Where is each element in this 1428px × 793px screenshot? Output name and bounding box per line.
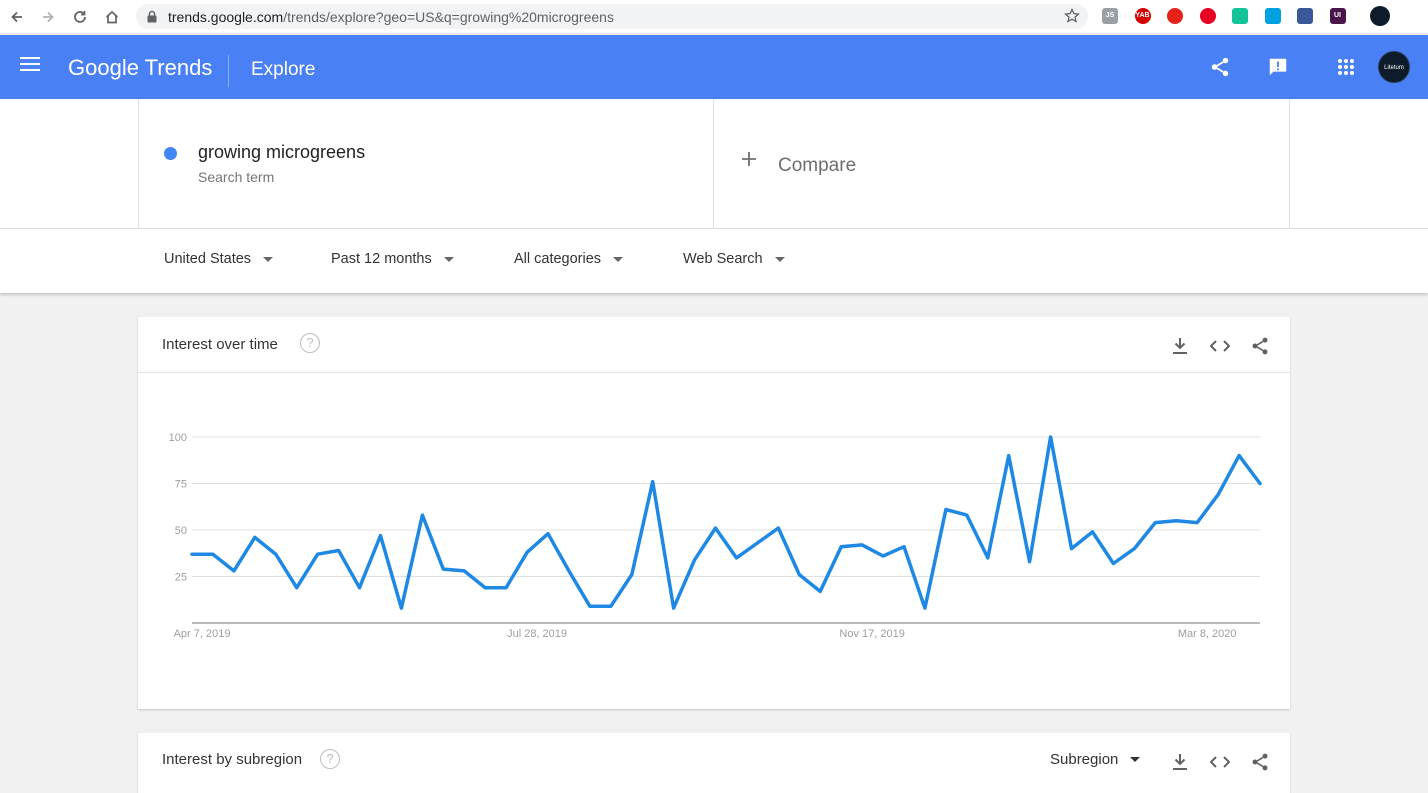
y-tick-label: 25 bbox=[175, 572, 187, 584]
widget-title: Interest over time bbox=[162, 336, 278, 353]
x-tick-label: Nov 17, 2019 bbox=[839, 628, 904, 640]
extension-grammarly-icon[interactable] bbox=[1232, 8, 1248, 24]
url-text: trends.google.com/trends/explore?geo=US&… bbox=[168, 9, 614, 25]
extension-wave-icon[interactable] bbox=[1264, 8, 1281, 24]
filter-search-type-label: Web Search bbox=[683, 251, 763, 267]
y-tick-label: 100 bbox=[169, 432, 187, 444]
help-icon[interactable]: ? bbox=[320, 749, 340, 769]
compare-card[interactable]: Compare bbox=[714, 99, 1290, 228]
address-bar[interactable]: trends.google.com/trends/explore?geo=US&… bbox=[136, 4, 1088, 29]
extension-adblock-icon[interactable] bbox=[1167, 8, 1183, 24]
subregion-select[interactable]: Subregion bbox=[1050, 751, 1141, 768]
search-term-card[interactable]: growing microgreens Search term bbox=[138, 99, 714, 228]
extension-yab-icon[interactable]: YAB bbox=[1134, 8, 1151, 24]
search-term-subtitle: Search term bbox=[198, 169, 275, 185]
app-header: Google Trends Explore Litetum bbox=[0, 35, 1428, 99]
extension-buffer-icon[interactable] bbox=[1297, 8, 1313, 24]
extension-pinterest-icon[interactable] bbox=[1199, 8, 1216, 24]
y-tick-label: 75 bbox=[175, 479, 187, 491]
browser-profile-avatar[interactable] bbox=[1370, 6, 1390, 26]
apps-grid-icon[interactable] bbox=[1334, 55, 1358, 79]
search-term-name[interactable]: growing microgreens bbox=[198, 142, 365, 163]
share-icon[interactable] bbox=[1249, 335, 1271, 357]
y-tick-label: 50 bbox=[175, 525, 187, 537]
filter-time-label: Past 12 months bbox=[331, 251, 432, 267]
embed-code-icon[interactable] bbox=[1209, 751, 1231, 773]
share-icon[interactable] bbox=[1249, 751, 1271, 773]
browser-toolbar: trends.google.com/trends/explore?geo=US&… bbox=[0, 0, 1428, 34]
forward-icon[interactable] bbox=[37, 6, 59, 28]
page-title: Explore bbox=[251, 59, 316, 80]
filter-category-label: All categories bbox=[514, 251, 602, 267]
download-icon[interactable] bbox=[1169, 335, 1191, 357]
filter-category[interactable]: All categories bbox=[514, 251, 624, 267]
share-icon[interactable] bbox=[1208, 55, 1232, 79]
lock-icon[interactable] bbox=[146, 10, 158, 28]
star-icon[interactable] bbox=[1064, 7, 1080, 29]
dropdown-caret-icon bbox=[774, 256, 785, 262]
download-icon[interactable] bbox=[1169, 751, 1191, 773]
dropdown-caret-icon bbox=[613, 256, 624, 262]
plus-icon[interactable] bbox=[741, 151, 757, 172]
back-icon[interactable] bbox=[6, 6, 28, 28]
subregion-select-label: Subregion bbox=[1050, 751, 1119, 768]
interest-line-chart: 100 75 50 25 Apr 7, 2019 Jul 28, 2019 Nov 17, … bbox=[169, 432, 1262, 640]
term-color-dot bbox=[164, 147, 177, 160]
filter-region[interactable]: United States bbox=[164, 251, 274, 267]
widget-title: Interest by subregion bbox=[162, 751, 303, 768]
filters-bar: United States Past 12 months All categor… bbox=[0, 228, 1428, 293]
home-icon[interactable] bbox=[101, 6, 123, 28]
google-trends-logo[interactable]: Google Trends bbox=[68, 55, 212, 81]
x-tick-label: Apr 7, 2019 bbox=[174, 628, 231, 640]
search-terms-bar: growing microgreens Search term Compare bbox=[0, 99, 1428, 228]
dropdown-caret-icon bbox=[443, 256, 454, 262]
extension-js-icon[interactable]: JS bbox=[1102, 8, 1118, 24]
help-icon[interactable]: ? bbox=[300, 333, 320, 353]
account-avatar[interactable]: Litetum bbox=[1378, 51, 1410, 83]
menu-icon[interactable] bbox=[20, 57, 40, 75]
extension-ui-icon[interactable]: UI bbox=[1329, 8, 1346, 24]
feedback-icon[interactable] bbox=[1266, 55, 1290, 79]
interest-over-time-widget: Interest over time ? 100 75 50 25 Apr 7, 201… bbox=[138, 317, 1290, 709]
series-line bbox=[190, 435, 1262, 610]
filter-time-range[interactable]: Past 12 months bbox=[331, 251, 454, 267]
filter-search-type[interactable]: Web Search bbox=[683, 251, 785, 267]
compare-label[interactable]: Compare bbox=[778, 155, 856, 177]
dropdown-caret-icon bbox=[263, 256, 274, 262]
embed-code-icon[interactable] bbox=[1209, 335, 1231, 357]
dropdown-caret-icon bbox=[1130, 757, 1141, 762]
header-divider bbox=[228, 55, 229, 87]
x-tick-label: Mar 8, 2020 bbox=[1178, 628, 1237, 640]
filter-region-label: United States bbox=[164, 251, 252, 267]
interest-by-subregion-widget: Interest by subregion ? Subregion bbox=[138, 733, 1290, 793]
reload-icon[interactable] bbox=[69, 6, 91, 28]
x-tick-label: Jul 28, 2019 bbox=[507, 628, 567, 640]
